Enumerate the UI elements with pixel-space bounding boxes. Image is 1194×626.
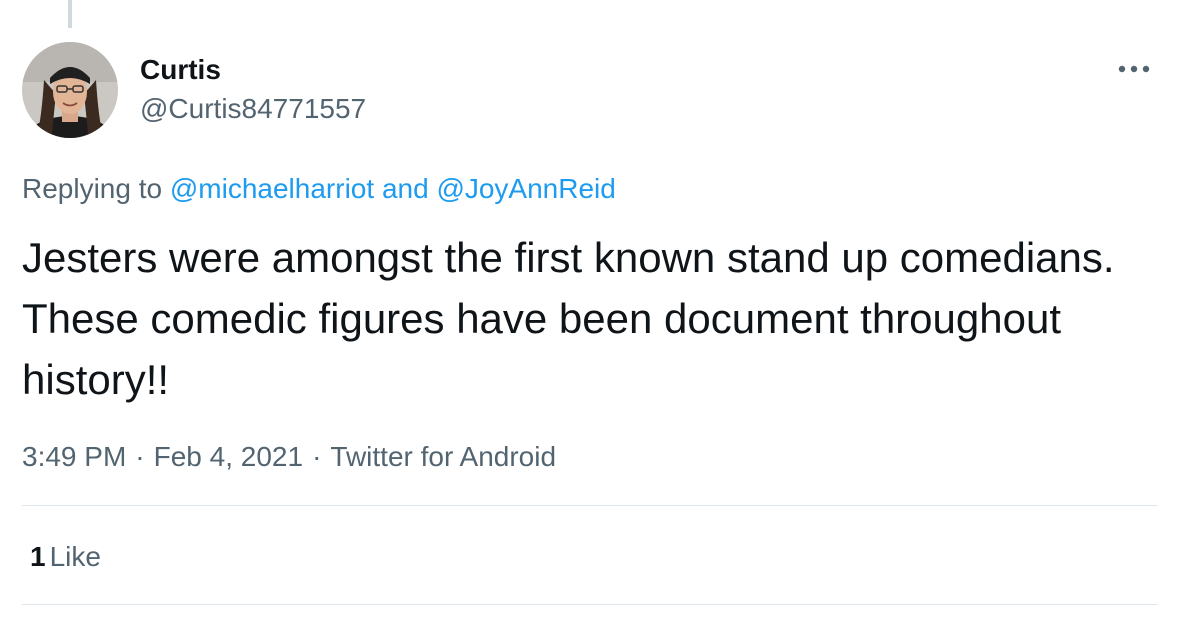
- replying-to-label: Replying to: [22, 173, 163, 204]
- divider: [22, 505, 1158, 506]
- more-horizontal-icon: [1118, 65, 1150, 73]
- more-options-button[interactable]: [1110, 54, 1158, 84]
- tweet-timestamp-date[interactable]: Feb 4, 2021: [154, 441, 303, 472]
- replying-to-conjunction[interactable]: and: [382, 173, 429, 204]
- likes-count: 1: [30, 541, 46, 572]
- tweet-metadata: 3:49 PM · Feb 4, 2021 · Twitter for Android: [22, 439, 556, 475]
- author-display-name[interactable]: Curtis: [140, 53, 221, 87]
- likes-label: Like: [49, 541, 101, 572]
- mention-link-joyannreid[interactable]: @JoyAnnReid: [436, 173, 615, 204]
- likes-count-link[interactable]: 1 Like: [30, 539, 101, 575]
- thread-connector-line: [68, 0, 72, 28]
- tweet-source-link[interactable]: Twitter for Android: [330, 441, 556, 472]
- tweet-timestamp-time[interactable]: 3:49 PM: [22, 441, 126, 472]
- mention-link-michaelharriot[interactable]: @michaelharriot: [170, 173, 374, 204]
- replying-to-line: Replying to @michaelharriot and @JoyAnnR…: [22, 171, 616, 207]
- metadata-separator: ·: [135, 441, 145, 472]
- author-handle[interactable]: @Curtis84771557: [140, 92, 366, 126]
- divider: [22, 604, 1158, 605]
- avatar[interactable]: [22, 42, 118, 138]
- tweet-text: Jesters were amongst the first known sta…: [22, 234, 1115, 403]
- metadata-separator: ·: [312, 441, 322, 472]
- profile-photo: [22, 42, 118, 138]
